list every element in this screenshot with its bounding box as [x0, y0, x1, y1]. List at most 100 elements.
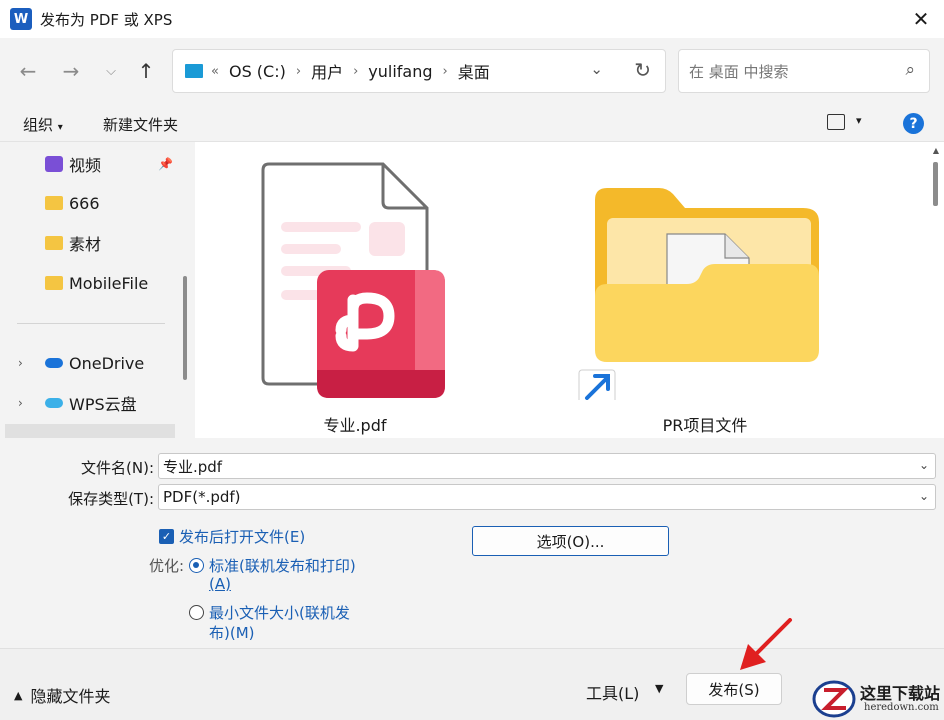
search-box[interactable]: 在 桌面 中搜索 ⌕: [678, 49, 930, 93]
breadcrumb-overflow[interactable]: «: [211, 64, 219, 79]
folder-name: PR项目文件: [662, 416, 748, 435]
red-arrow-annotation-icon: [740, 618, 792, 670]
minimum-size-label-line1[interactable]: 最小文件大小(联机发: [209, 602, 350, 623]
folder-icon: [45, 196, 63, 210]
back-button[interactable]: ←: [13, 56, 43, 86]
dialog-footer: ▲ 隐藏文件夹 工具(L) ▼ 发布(S): [0, 648, 944, 720]
chevron-right-icon[interactable]: ›: [296, 64, 301, 79]
filename-value: 专业.pdf: [163, 457, 223, 476]
filetype-label: 保存类型(T):: [68, 490, 154, 508]
arrow-right-icon: →: [62, 59, 80, 83]
file-item-pdf[interactable]: 专业.pdf: [255, 160, 455, 438]
nav-item-label: WPS云盘: [69, 395, 137, 414]
nav-item-wps-cloud[interactable]: › WPS云盘: [0, 385, 180, 421]
chevron-down-icon[interactable]: ⌄: [590, 60, 603, 78]
folder-item-pr-project[interactable]: PR项目文件: [575, 160, 835, 438]
breadcrumb-drive[interactable]: OS (C:): [229, 62, 286, 81]
video-icon: [45, 156, 63, 172]
save-options-form: 文件名(N): 专业.pdf ⌄ 保存类型(T): PDF(*.pdf) ⌄ ✓…: [0, 438, 944, 648]
pin-icon: 📌: [158, 157, 173, 171]
minimum-size-radio[interactable]: [189, 605, 204, 620]
chevron-right-icon[interactable]: ›: [353, 64, 358, 79]
nav-item-666[interactable]: 666: [0, 185, 180, 221]
chevron-right-icon[interactable]: ›: [18, 396, 23, 410]
word-app-icon: W: [10, 8, 32, 30]
arrow-left-icon: ←: [19, 59, 37, 83]
options-button[interactable]: 选项(O)...: [472, 526, 669, 556]
view-mode-icon[interactable]: [827, 114, 845, 130]
nav-divider: [17, 323, 165, 324]
file-list: 专业.pdf PR项目文件 ▲: [195, 142, 944, 438]
caret-down-icon[interactable]: ▼: [655, 682, 663, 695]
nav-item-label: 视频: [69, 156, 102, 175]
caret-down-icon: ▾: [57, 122, 63, 133]
minimum-size-label-line2[interactable]: 布)(M): [209, 622, 255, 643]
publish-button[interactable]: 发布(S): [686, 673, 782, 705]
title-bar: W 发布为 PDF 或 XPS ✕: [0, 0, 944, 38]
address-bar[interactable]: « OS (C:) › 用户 › yulifang › 桌面 ⌄ ↻: [172, 49, 666, 93]
watermark-url: heredown.com: [864, 702, 939, 713]
pdf-file-icon: [261, 162, 445, 398]
nav-item-label: 素材: [69, 235, 102, 254]
watermark-badge-icon: [812, 680, 856, 718]
onedrive-cloud-icon: [45, 358, 63, 368]
close-icon: ✕: [912, 7, 930, 31]
chevron-up-icon: ▲: [14, 688, 23, 702]
standard-label-line2[interactable]: (A): [209, 575, 231, 593]
nav-item-mobilefile[interactable]: MobileFile: [0, 265, 180, 301]
navigation-bar: ← → ⌵ ↑ « OS (C:) › 用户 › yulifang › 桌面 ⌄…: [0, 38, 944, 104]
search-icon: ⌕: [905, 60, 915, 80]
breadcrumb-desktop[interactable]: 桌面: [458, 59, 490, 83]
this-pc-icon: [185, 64, 203, 78]
tools-button[interactable]: 工具(L): [586, 680, 639, 704]
folder-icon: [578, 188, 819, 407]
wps-cloud-icon: [45, 398, 63, 408]
watermark-title: 这里下载站: [860, 684, 941, 703]
breadcrumb-user[interactable]: yulifang: [368, 62, 432, 81]
nav-item-label: MobileFile: [69, 273, 149, 293]
recent-locations-button[interactable]: ⌵: [96, 56, 126, 86]
file-name: 专业.pdf: [323, 416, 387, 435]
arrow-up-icon: ↑: [137, 59, 155, 83]
chevron-down-icon[interactable]: ⌄: [919, 458, 929, 472]
nav-item-sucai[interactable]: 素材: [0, 225, 180, 261]
checkmark-icon: ✓: [161, 530, 172, 543]
folder-icon: [45, 236, 63, 250]
breadcrumb-users[interactable]: 用户: [311, 59, 343, 83]
caret-down-icon[interactable]: ▾: [856, 114, 862, 127]
filetype-value: PDF(*.pdf): [163, 488, 241, 506]
filetype-select[interactable]: PDF(*.pdf) ⌄: [158, 484, 936, 510]
open-after-publish-label[interactable]: 发布后打开文件(E): [179, 526, 305, 547]
optimize-label: 优化:: [148, 557, 184, 575]
chevron-right-icon[interactable]: ›: [443, 64, 448, 79]
hide-folders-toggle[interactable]: ▲ 隐藏文件夹: [14, 683, 110, 707]
hide-folders-label: 隐藏文件夹: [30, 687, 111, 706]
nav-item-label: 666: [69, 193, 100, 213]
nav-item-label: OneDrive: [69, 353, 145, 373]
filename-label: 文件名(N):: [81, 459, 154, 477]
help-icon[interactable]: ?: [903, 113, 924, 134]
refresh-icon[interactable]: ↻: [634, 58, 651, 82]
navigation-pane: 视频 📌 666 素材 MobileFile › OneDrive › WPS云…: [0, 142, 195, 438]
watermark-logo: 这里下载站 heredown.com: [812, 678, 944, 720]
open-after-publish-checkbox[interactable]: ✓: [159, 529, 174, 544]
standard-label-line1[interactable]: 标准(联机发布和打印): [209, 555, 356, 576]
nav-item-this-pc[interactable]: [5, 424, 175, 438]
new-folder-button[interactable]: 新建文件夹: [103, 114, 178, 135]
forward-button[interactable]: →: [56, 56, 86, 86]
organize-button[interactable]: 组织 ▾: [23, 114, 63, 135]
window-title: 发布为 PDF 或 XPS: [40, 10, 173, 29]
scroll-up-icon[interactable]: ▲: [933, 146, 939, 155]
nav-scrollbar[interactable]: [183, 276, 187, 380]
content-scrollbar[interactable]: [933, 162, 938, 206]
chevron-down-icon[interactable]: ⌄: [919, 489, 929, 503]
nav-item-onedrive[interactable]: › OneDrive: [0, 345, 180, 381]
filename-field[interactable]: 专业.pdf ⌄: [158, 453, 936, 479]
search-input[interactable]: 在 桌面 中搜索: [689, 61, 789, 82]
standard-radio[interactable]: [189, 558, 204, 573]
close-button[interactable]: ✕: [906, 4, 936, 34]
up-button[interactable]: ↑: [131, 56, 161, 86]
chevron-right-icon[interactable]: ›: [18, 356, 23, 370]
nav-item-videos[interactable]: 视频 📌: [0, 146, 180, 182]
chevron-down-icon: ⌵: [106, 63, 116, 79]
